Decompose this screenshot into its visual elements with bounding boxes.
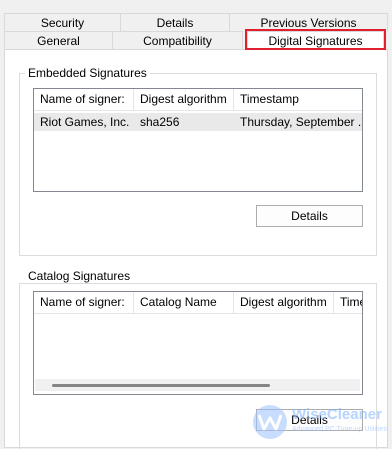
tab-panel: Embedded Signatures Name of signer: Dige…: [4, 49, 388, 449]
tab-digital-signatures[interactable]: Digital Signatures: [247, 31, 384, 50]
timestamp-cell: Thursday, September ...: [240, 115, 362, 129]
tab-previous-versions[interactable]: Previous Versions: [229, 13, 388, 31]
column-timestamp[interactable]: Timestamp: [234, 89, 362, 110]
horizontal-scrollbar-thumb[interactable]: [52, 384, 270, 387]
column-name-of-signer[interactable]: Name of signer:: [34, 292, 134, 313]
column-time[interactable]: Time: [334, 292, 362, 313]
digest-cell: sha256: [140, 115, 180, 129]
embedded-signatures-list[interactable]: Name of signer: Digest algorithm Timesta…: [33, 88, 363, 192]
watermark-tagline: Advanced PC Tune-up Utilities: [292, 426, 387, 433]
catalog-signatures-list[interactable]: Name of signer: Catalog Name Digest algo…: [33, 291, 363, 395]
tab-general[interactable]: General: [4, 31, 113, 49]
embedded-signatures-label: Embedded Signatures: [25, 66, 150, 80]
signer-cell: Riot Games, Inc.: [40, 115, 130, 129]
catalog-list-header: Name of signer: Catalog Name Digest algo…: [34, 292, 362, 314]
wisecleaner-logo-icon: [253, 405, 287, 439]
catalog-signatures-label: Catalog Signatures: [25, 269, 134, 283]
column-digest-algorithm[interactable]: Digest algorithm: [134, 89, 234, 110]
column-digest-algorithm[interactable]: Digest algorithm: [234, 292, 334, 313]
embedded-list-header: Name of signer: Digest algorithm Timesta…: [34, 89, 362, 111]
tab-details[interactable]: Details: [120, 13, 230, 31]
embedded-details-button[interactable]: Details: [256, 205, 363, 227]
watermark-name: WiseCleaner: [292, 406, 382, 423]
column-catalog-name[interactable]: Catalog Name: [134, 292, 234, 313]
list-item[interactable]: Riot Games, Inc. sha256 Thursday, Septem…: [34, 113, 362, 131]
tab-compatibility[interactable]: Compatibility: [112, 31, 243, 49]
tab-security[interactable]: Security: [4, 13, 121, 31]
column-name-of-signer[interactable]: Name of signer:: [34, 89, 134, 110]
wisecleaner-watermark: WiseCleaner Advanced PC Tune-up Utilitie…: [252, 402, 392, 446]
